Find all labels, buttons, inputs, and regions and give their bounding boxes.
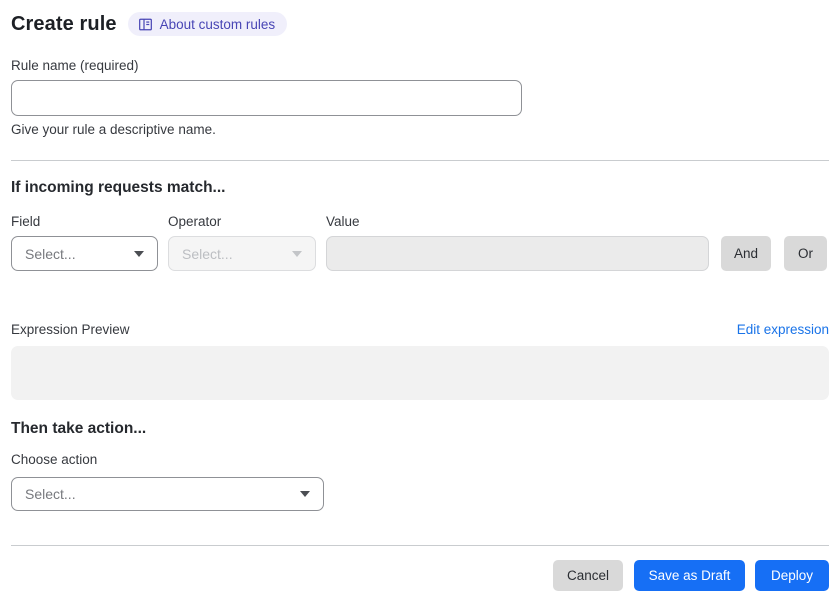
cancel-button[interactable]: Cancel bbox=[553, 560, 623, 591]
operator-label: Operator bbox=[168, 214, 222, 229]
field-select-value: Select... bbox=[25, 245, 76, 262]
match-controls-row: Select... Select... And Or bbox=[11, 236, 829, 271]
rule-name-label: Rule name (required) bbox=[11, 58, 139, 73]
page-header: Create rule About custom rules bbox=[11, 12, 829, 36]
footer-actions: Cancel Save as Draft Deploy bbox=[11, 560, 829, 591]
value-input[interactable] bbox=[326, 236, 709, 271]
choose-action-label: Choose action bbox=[11, 452, 98, 467]
page-title: Create rule bbox=[11, 12, 117, 35]
action-section-heading: Then take action... bbox=[11, 420, 147, 437]
about-badge-label: About custom rules bbox=[159, 16, 276, 32]
match-section-heading: If incoming requests match... bbox=[11, 179, 226, 196]
or-button[interactable]: Or bbox=[784, 236, 827, 271]
operator-select[interactable]: Select... bbox=[168, 236, 316, 271]
expression-preview-label: Expression Preview bbox=[11, 322, 130, 337]
value-label: Value bbox=[326, 214, 360, 229]
create-rule-page: Create rule About custom rules Rule name… bbox=[0, 0, 839, 591]
operator-select-value: Select... bbox=[182, 245, 233, 262]
footer-divider bbox=[11, 545, 829, 546]
and-button[interactable]: And bbox=[721, 236, 771, 271]
chevron-down-icon bbox=[134, 250, 144, 257]
field-select[interactable]: Select... bbox=[11, 236, 158, 271]
rule-name-helper: Give your rule a descriptive name. bbox=[11, 122, 216, 137]
book-icon bbox=[138, 17, 153, 32]
edit-expression-link[interactable]: Edit expression bbox=[737, 322, 829, 337]
choose-action-select[interactable]: Select... bbox=[11, 477, 324, 511]
expression-preview-row: Expression Preview Edit expression bbox=[11, 322, 829, 337]
rule-name-input[interactable] bbox=[11, 80, 522, 116]
chevron-down-icon bbox=[300, 491, 310, 497]
match-labels-row: Field Operator Value bbox=[11, 214, 829, 229]
section-divider bbox=[11, 160, 829, 161]
deploy-button[interactable]: Deploy bbox=[755, 560, 829, 591]
field-label: Field bbox=[11, 214, 41, 229]
choose-action-value: Select... bbox=[25, 486, 76, 502]
expression-preview-box bbox=[11, 346, 829, 400]
save-as-draft-button[interactable]: Save as Draft bbox=[634, 560, 745, 591]
chevron-down-icon bbox=[292, 250, 302, 257]
about-custom-rules-badge[interactable]: About custom rules bbox=[127, 12, 288, 36]
